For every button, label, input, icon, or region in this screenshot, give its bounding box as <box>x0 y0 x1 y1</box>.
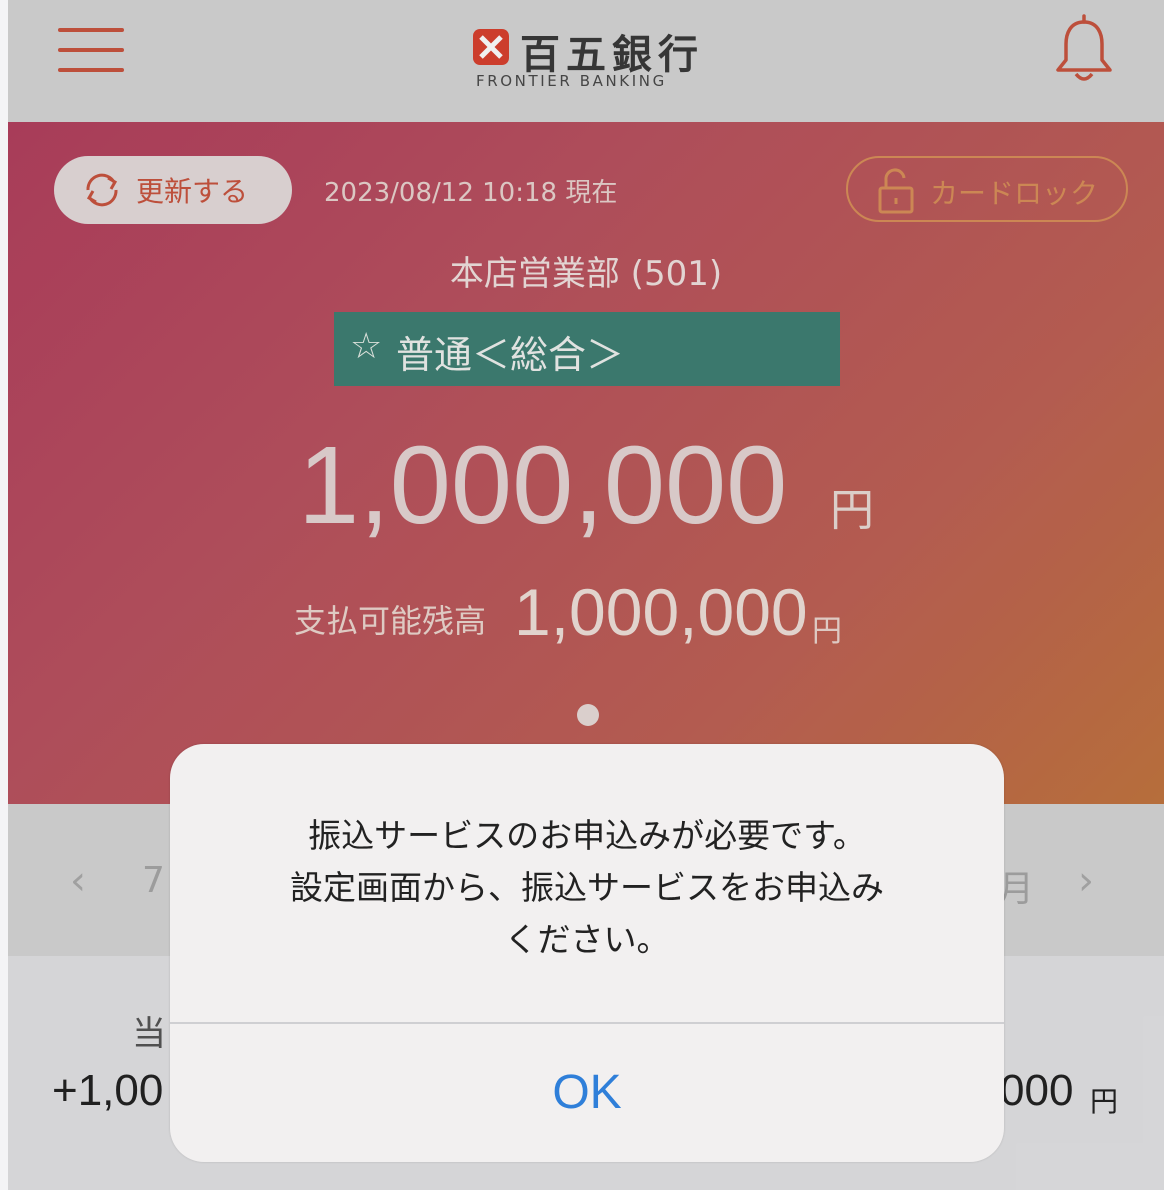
alert-dialog: 振込サービスのお申込みが必要です。 設定画面から、振込サービスをお申込み くださ… <box>170 744 1004 1162</box>
ok-button[interactable]: OK <box>170 1024 1004 1162</box>
dialog-message: 振込サービスのお申込みが必要です。 設定画面から、振込サービスをお申込み くださ… <box>170 810 1004 966</box>
app-screen: 百五銀行 FRONTIER BANKING 更新する 2023/08/12 10… <box>8 0 1164 1190</box>
dialog-message-line: 振込サービスのお申込みが必要です。 <box>308 816 866 855</box>
dialog-message-line: 設定画面から、振込サービスをお申込み <box>290 868 884 907</box>
dialog-message-line: ください。 <box>504 920 670 959</box>
